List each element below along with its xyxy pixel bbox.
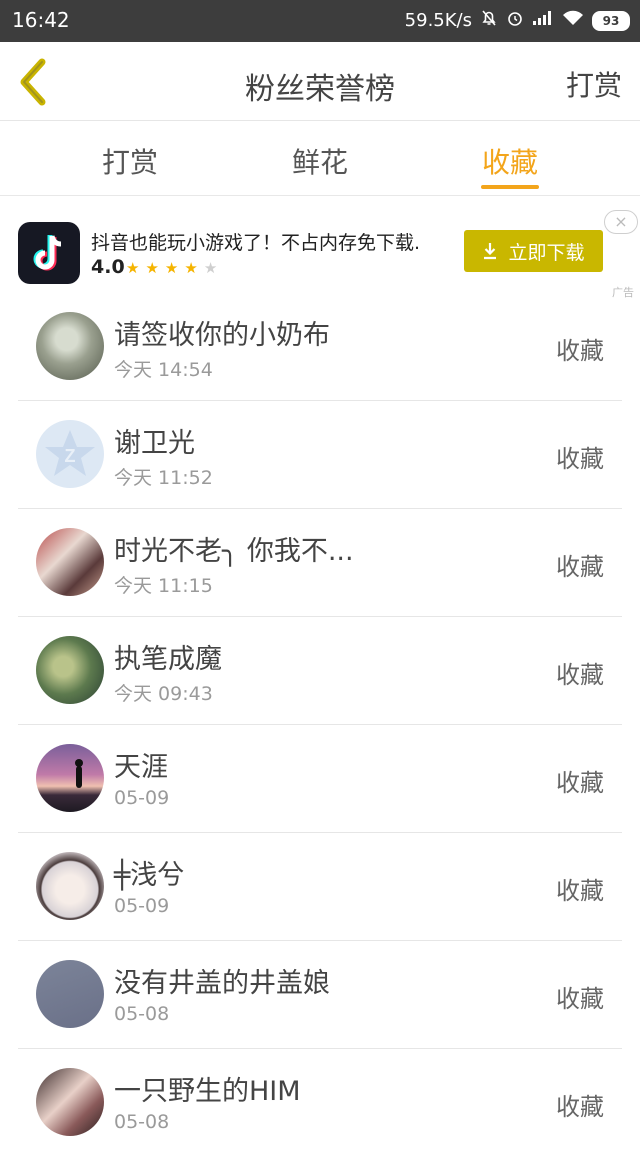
status-time: 16:42 — [12, 8, 70, 32]
timestamp: 05-08 — [114, 1111, 170, 1133]
avatar — [36, 744, 104, 812]
favorite-label: 收藏 — [556, 985, 604, 1013]
timestamp: 05-09 — [114, 787, 170, 809]
rating-stars: ★★★★★ — [126, 259, 223, 277]
tip-button[interactable]: 打赏 — [566, 64, 622, 104]
star-icon: ★ — [184, 259, 204, 277]
user-name: 一只野生的HIM — [114, 1076, 301, 1107]
user-name: 请签收你的小奶布 — [114, 320, 330, 351]
bell-off-icon — [480, 9, 498, 32]
avatar — [36, 1068, 104, 1136]
status-bar: 16:42 59.5K/s 93 — [0, 0, 640, 42]
ad-rating: 4.0 — [91, 256, 125, 278]
favorite-label: 收藏 — [556, 769, 604, 797]
signal-icon — [532, 10, 554, 31]
list-item[interactable]: ╪浅兮 05-09 收藏 — [18, 833, 622, 941]
user-name: 时光不老╮ 你我不... — [114, 536, 354, 567]
user-name: ╪浅兮 — [114, 860, 185, 891]
favorite-label: 收藏 — [556, 661, 604, 689]
star-empty-icon: ★ — [203, 259, 224, 277]
list-item[interactable]: 执笔成魔 今天 09:43 收藏 — [18, 617, 622, 725]
list-item[interactable]: 请签收你的小奶布 今天 14:54 收藏 — [18, 293, 622, 401]
svg-text:Z: Z — [65, 446, 76, 466]
tiktok-logo-icon — [18, 222, 80, 284]
star-icon: ★ — [164, 259, 185, 277]
timestamp: 今天 09:43 — [114, 683, 213, 705]
timestamp: 今天 11:52 — [114, 467, 213, 489]
star-icon: ★ — [145, 259, 165, 277]
favorite-label: 收藏 — [556, 877, 604, 905]
timestamp: 05-09 — [114, 895, 170, 917]
avatar — [36, 636, 104, 704]
download-label: 立即下载 — [508, 241, 585, 264]
tab-bar: 打赏 鲜花 收藏 — [0, 121, 640, 196]
avatar — [36, 312, 104, 380]
favorite-label: 收藏 — [556, 445, 604, 473]
tab-favorites[interactable]: 收藏 — [450, 141, 570, 181]
timestamp: 今天 14:54 — [114, 359, 213, 381]
app-header: 粉丝荣誉榜 打赏 — [0, 42, 640, 121]
favorite-label: 收藏 — [556, 337, 604, 365]
fan-list: 请签收你的小奶布 今天 14:54 收藏 Z 谢卫光 今天 11:52 收藏 时… — [18, 293, 622, 1156]
list-item[interactable]: 没有井盖的井盖娘 05-08 收藏 — [18, 941, 622, 1049]
active-tab-indicator — [481, 185, 539, 189]
ad-text: 抖音也能玩小游戏了！不占内存免下载. — [91, 232, 421, 254]
star-icon: ★ — [126, 259, 146, 277]
ad-close-button[interactable]: × — [604, 210, 638, 234]
page-title: 粉丝荣誉榜 — [245, 72, 395, 107]
status-indicators: 59.5K/s 93 — [405, 9, 630, 32]
user-name: 天涯 — [114, 752, 168, 783]
favorite-label: 收藏 — [556, 1093, 604, 1121]
download-button[interactable]: 立即下载 — [464, 230, 603, 272]
download-icon — [484, 243, 497, 260]
battery-icon: 93 — [592, 10, 630, 31]
list-item[interactable]: 天涯 05-09 收藏 — [18, 725, 622, 833]
timestamp: 05-08 — [114, 1003, 170, 1025]
user-name: 没有井盖的井盖娘 — [114, 968, 330, 999]
avatar — [36, 528, 104, 596]
avatar — [36, 852, 104, 920]
alarm-icon — [506, 9, 524, 32]
user-name: 谢卫光 — [114, 428, 195, 459]
list-item[interactable]: Z 谢卫光 今天 11:52 收藏 — [18, 401, 622, 509]
timestamp: 今天 11:15 — [114, 575, 213, 597]
ad-banner[interactable]: 抖音也能玩小游戏了！不占内存免下载. 4.0 ★★★★★ 立即下载 × 广告 — [0, 196, 640, 300]
list-item[interactable]: 一只野生的HIM 05-08 收藏 — [18, 1049, 622, 1156]
avatar — [36, 960, 104, 1028]
tab-flowers[interactable]: 鲜花 — [260, 141, 380, 181]
list-item[interactable]: 时光不老╮ 你我不... 今天 11:15 收藏 — [18, 509, 622, 617]
avatar: Z — [36, 420, 104, 488]
user-name: 执笔成魔 — [114, 644, 222, 675]
tab-tips[interactable]: 打赏 — [70, 141, 190, 181]
network-speed: 59.5K/s — [404, 10, 472, 31]
favorite-label: 收藏 — [556, 553, 604, 581]
wifi-icon — [562, 10, 584, 31]
